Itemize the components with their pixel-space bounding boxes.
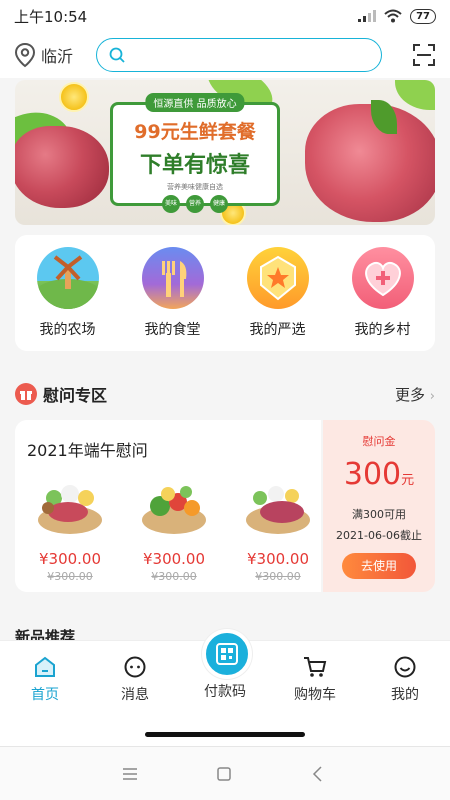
qr-code-icon	[216, 643, 238, 665]
promo-headline: 99元生鲜套餐	[134, 121, 256, 143]
category-label: 我的严选	[249, 322, 306, 338]
category-label: 我的食堂	[144, 322, 201, 338]
search-input[interactable]	[131, 47, 381, 63]
bottom-tab-bar: 首页 消息 付款码 购物车 我的	[0, 629, 450, 746]
scan-icon[interactable]	[412, 43, 436, 67]
pay-code-label: 付款码	[204, 684, 246, 700]
card-title: 2021年端午慰问	[27, 441, 148, 460]
raw-meat-image	[15, 126, 109, 208]
product-old-price: ¥300.00	[151, 570, 197, 583]
coupon-condition: 满300可用	[352, 508, 406, 521]
coupon-amount-value: 300	[343, 457, 402, 492]
tab-label: 购物车	[294, 687, 336, 703]
coupon-amount-unit: 元	[401, 473, 415, 488]
category-canteen[interactable]: 我的食堂	[128, 247, 218, 351]
message-icon	[124, 656, 146, 678]
home-square-icon[interactable]	[214, 764, 234, 784]
search-icon	[109, 47, 125, 63]
menu-icon[interactable]	[120, 764, 140, 784]
product-item[interactable]: ¥300.00 ¥300.00	[131, 472, 217, 583]
cart-icon	[304, 657, 327, 677]
location-selector[interactable]: 临沂	[14, 42, 96, 68]
village-icon	[351, 247, 414, 309]
category-shortcuts: 我的农场 我的食堂 我的严选 我的乡村	[15, 235, 435, 351]
farm-icon	[36, 247, 99, 309]
signal-icon	[358, 10, 377, 22]
food-basket-image	[242, 472, 314, 538]
coupon-title: 慰问金	[362, 435, 396, 448]
gift-package-card[interactable]: 2021年端午慰问 ¥300.00 ¥300.00 ¥300.00 ¥300.0…	[15, 420, 321, 592]
product-price: ¥300.00	[38, 550, 102, 568]
promo-badge: 健康	[210, 195, 228, 213]
coupon-amount: 300元	[323, 457, 435, 492]
pay-code-button[interactable]	[202, 629, 252, 679]
raw-meat-image	[305, 104, 435, 222]
tab-cart[interactable]: 购物车	[280, 653, 350, 704]
promo-banner[interactable]: 恒源直供 品质放心 99元生鲜套餐 下单有惊喜 营养美味健康自选 美味 营养 健…	[15, 80, 435, 225]
system-navigation-bar	[0, 746, 450, 800]
promo-tag: 恒源直供 品质放心	[145, 93, 245, 112]
tab-label: 消息	[121, 687, 149, 703]
food-basket-image	[34, 472, 106, 538]
tab-label: 我的	[391, 687, 419, 703]
wifi-icon	[384, 9, 402, 23]
promo-small-text: 营养美味健康自选	[167, 183, 223, 191]
category-selection[interactable]: 我的严选	[233, 247, 323, 351]
product-price: ¥300.00	[142, 550, 206, 568]
home-icon	[35, 656, 55, 677]
promo-subline: 下单有惊喜	[139, 153, 250, 178]
status-icons: 77	[358, 8, 436, 24]
lettuce-leaf-decoration	[395, 80, 435, 110]
more-label: 更多	[395, 385, 426, 404]
selection-icon	[246, 247, 309, 309]
profile-icon	[394, 656, 416, 678]
category-label: 我的乡村	[354, 322, 411, 338]
section-title: 慰问专区	[43, 386, 108, 405]
location-name: 临沂	[41, 47, 74, 66]
canteen-icon	[141, 247, 204, 309]
location-pin-icon	[14, 42, 36, 68]
tab-profile[interactable]: 我的	[370, 653, 440, 704]
more-link[interactable]: 更多 ›	[395, 384, 435, 405]
tab-label: 首页	[31, 687, 59, 703]
promo-badge: 美味	[162, 195, 180, 213]
top-header: 临沂	[0, 32, 450, 78]
search-box[interactable]	[96, 38, 382, 72]
category-farm[interactable]: 我的农场	[23, 247, 113, 351]
back-icon[interactable]	[308, 764, 328, 784]
use-coupon-button[interactable]: 去使用	[342, 553, 416, 579]
battery-indicator: 77	[410, 8, 436, 24]
chevron-right-icon: ›	[429, 388, 435, 404]
tab-home[interactable]: 首页	[10, 653, 80, 704]
promo-badges: 美味 营养 健康	[113, 195, 277, 213]
product-price: ¥300.00	[246, 550, 310, 568]
category-village[interactable]: 我的乡村	[338, 247, 428, 351]
product-item[interactable]: ¥300.00 ¥300.00	[27, 472, 113, 583]
promo-board: 恒源直供 品质放心 99元生鲜套餐 下单有惊喜 营养美味健康自选 美味 营养 健…	[110, 93, 280, 213]
gift-icon	[15, 383, 37, 405]
category-label: 我的农场	[39, 322, 96, 338]
product-old-price: ¥300.00	[255, 570, 301, 583]
promo-badge: 营养	[186, 195, 204, 213]
coupon-deadline: 2021-06-06截止	[336, 529, 422, 542]
tab-messages[interactable]: 消息	[100, 653, 170, 704]
product-old-price: ¥300.00	[47, 570, 93, 583]
status-time: 上午10:54	[14, 7, 88, 26]
product-item[interactable]: ¥300.00 ¥300.00	[235, 472, 321, 583]
lemon-slice-decoration	[59, 82, 89, 112]
gesture-home-bar[interactable]	[145, 732, 305, 737]
status-bar: 上午10:54 77	[0, 0, 450, 32]
coupon-panel: 慰问金 300元 满300可用 2021-06-06截止 去使用	[323, 420, 435, 592]
section-header: 慰问专区 更多 ›	[15, 382, 435, 406]
food-basket-image	[138, 472, 210, 538]
